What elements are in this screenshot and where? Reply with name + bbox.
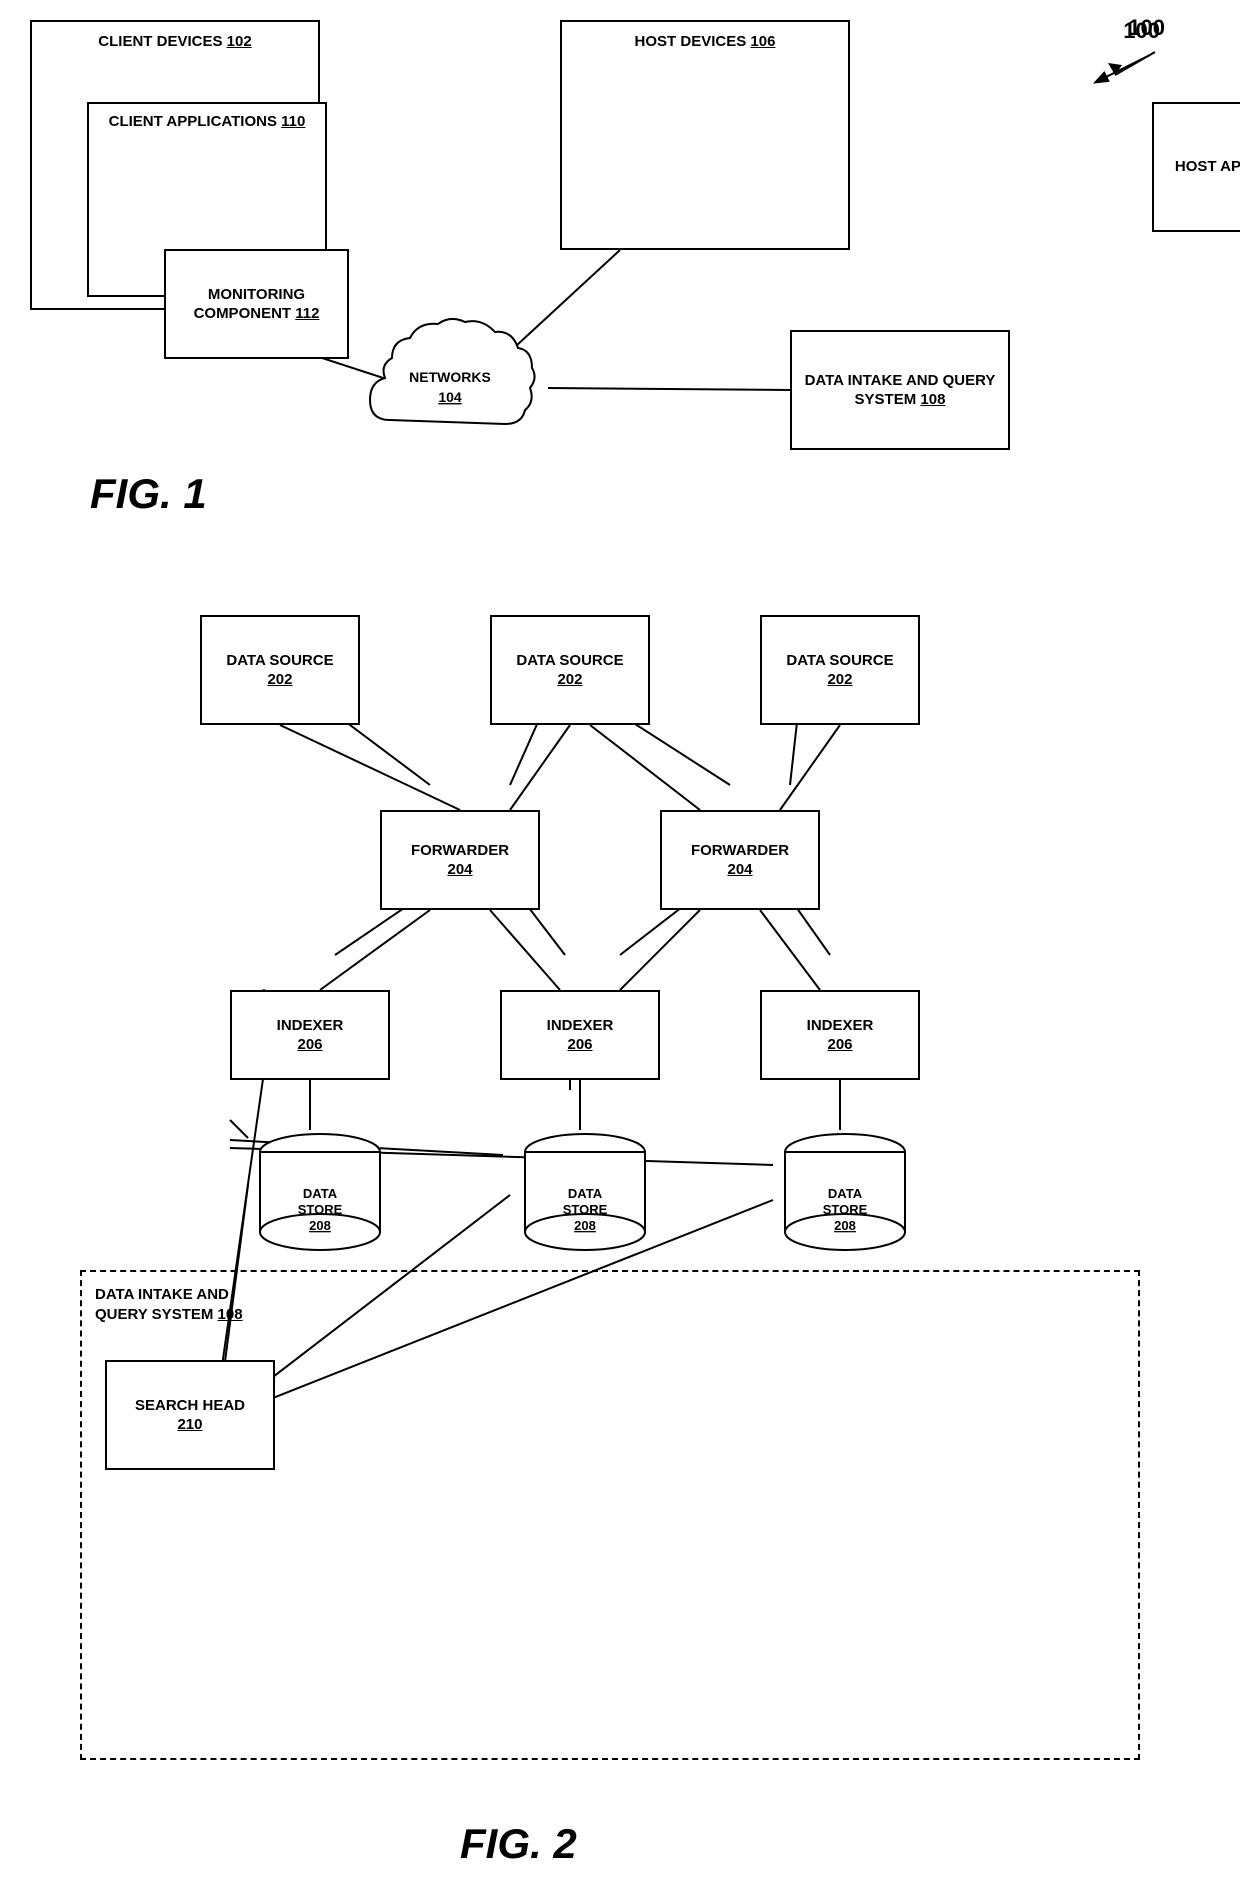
host-apps-box: HOST APPLICATIONS 114 — [1152, 102, 1240, 232]
svg-text:208: 208 — [309, 1218, 331, 1233]
svg-text:DATA: DATA — [568, 1186, 603, 1201]
svg-text:208: 208 — [574, 1218, 596, 1233]
client-devices-label: CLIENT DEVICES 102 — [98, 33, 251, 50]
client-apps-box: CLIENT APPLICATIONS 110 MONITORING COMPO… — [87, 102, 327, 297]
fig2-indexer-2: INDEXER206 — [500, 990, 660, 1080]
fig2-label: FIG. 2 — [460, 1820, 577, 1868]
host-devices-box: HOST DEVICES 106 HOST APPLICATIONS 114 — [560, 20, 850, 250]
svg-text:DATA: DATA — [303, 1186, 338, 1201]
monitoring-component-box: MONITORING COMPONENT 112 — [164, 249, 349, 359]
fig2-datastore-3: DATA STORE 208 — [770, 1130, 920, 1275]
svg-text:DATA: DATA — [828, 1186, 863, 1201]
host-apps-label: HOST APPLICATIONS 114 — [1175, 157, 1240, 177]
fig1-label: FIG. 1 — [90, 470, 207, 518]
fig2-indexer-3: INDEXER206 — [760, 990, 920, 1080]
fig2-indexer-1: INDEXER206 — [230, 990, 390, 1080]
client-devices-box: CLIENT DEVICES 102 CLIENT APPLICATIONS 1… — [30, 20, 320, 310]
diagram-container: 100 CLIENT DEVICES 102 CLIENT APPLICATIO… — [0, 0, 1240, 1889]
fig2-forwarder-2: FORWARDER204 — [660, 810, 820, 910]
fig2-forwarder-1: FORWARDER204 — [380, 810, 540, 910]
svg-text:STORE: STORE — [298, 1202, 343, 1217]
svg-text:NETWORKS: NETWORKS — [409, 369, 491, 385]
fig2-diq-boundary — [80, 1270, 1140, 1760]
svg-text:STORE: STORE — [823, 1202, 868, 1217]
svg-text:STORE: STORE — [563, 1202, 608, 1217]
fig2-system-label: DATA INTAKE AND QUERY SYSTEM 108 — [95, 1285, 275, 1324]
fig2-datasource-1: DATA SOURCE202 — [200, 615, 360, 725]
fig2-datasource-3: DATA SOURCE202 — [760, 615, 920, 725]
networks-cloud: NETWORKS 104 — [350, 310, 550, 460]
svg-text:104: 104 — [438, 389, 462, 405]
fig2-datastore-2: DATA STORE 208 — [510, 1130, 660, 1275]
fig2-search-head-label: SEARCH HEAD210 — [135, 1396, 245, 1435]
fig2-datastore-1: DATA STORE 208 — [245, 1130, 395, 1275]
fig2-search-head: SEARCH HEAD210 — [105, 1360, 275, 1470]
fig2-datasource-2: DATA SOURCE202 — [490, 615, 650, 725]
fig1-ref100: 100 — [1128, 15, 1165, 41]
client-apps-label: CLIENT APPLICATIONS 110 — [109, 113, 306, 130]
svg-text:208: 208 — [834, 1218, 856, 1233]
fig1-data-intake-label: DATA INTAKE AND QUERY SYSTEM 108 — [804, 371, 996, 410]
monitoring-component-label: MONITORING COMPONENT 112 — [178, 285, 335, 324]
fig1-data-intake-box: DATA INTAKE AND QUERY SYSTEM 108 — [790, 330, 1010, 450]
host-devices-label: HOST DEVICES 106 — [635, 33, 776, 50]
